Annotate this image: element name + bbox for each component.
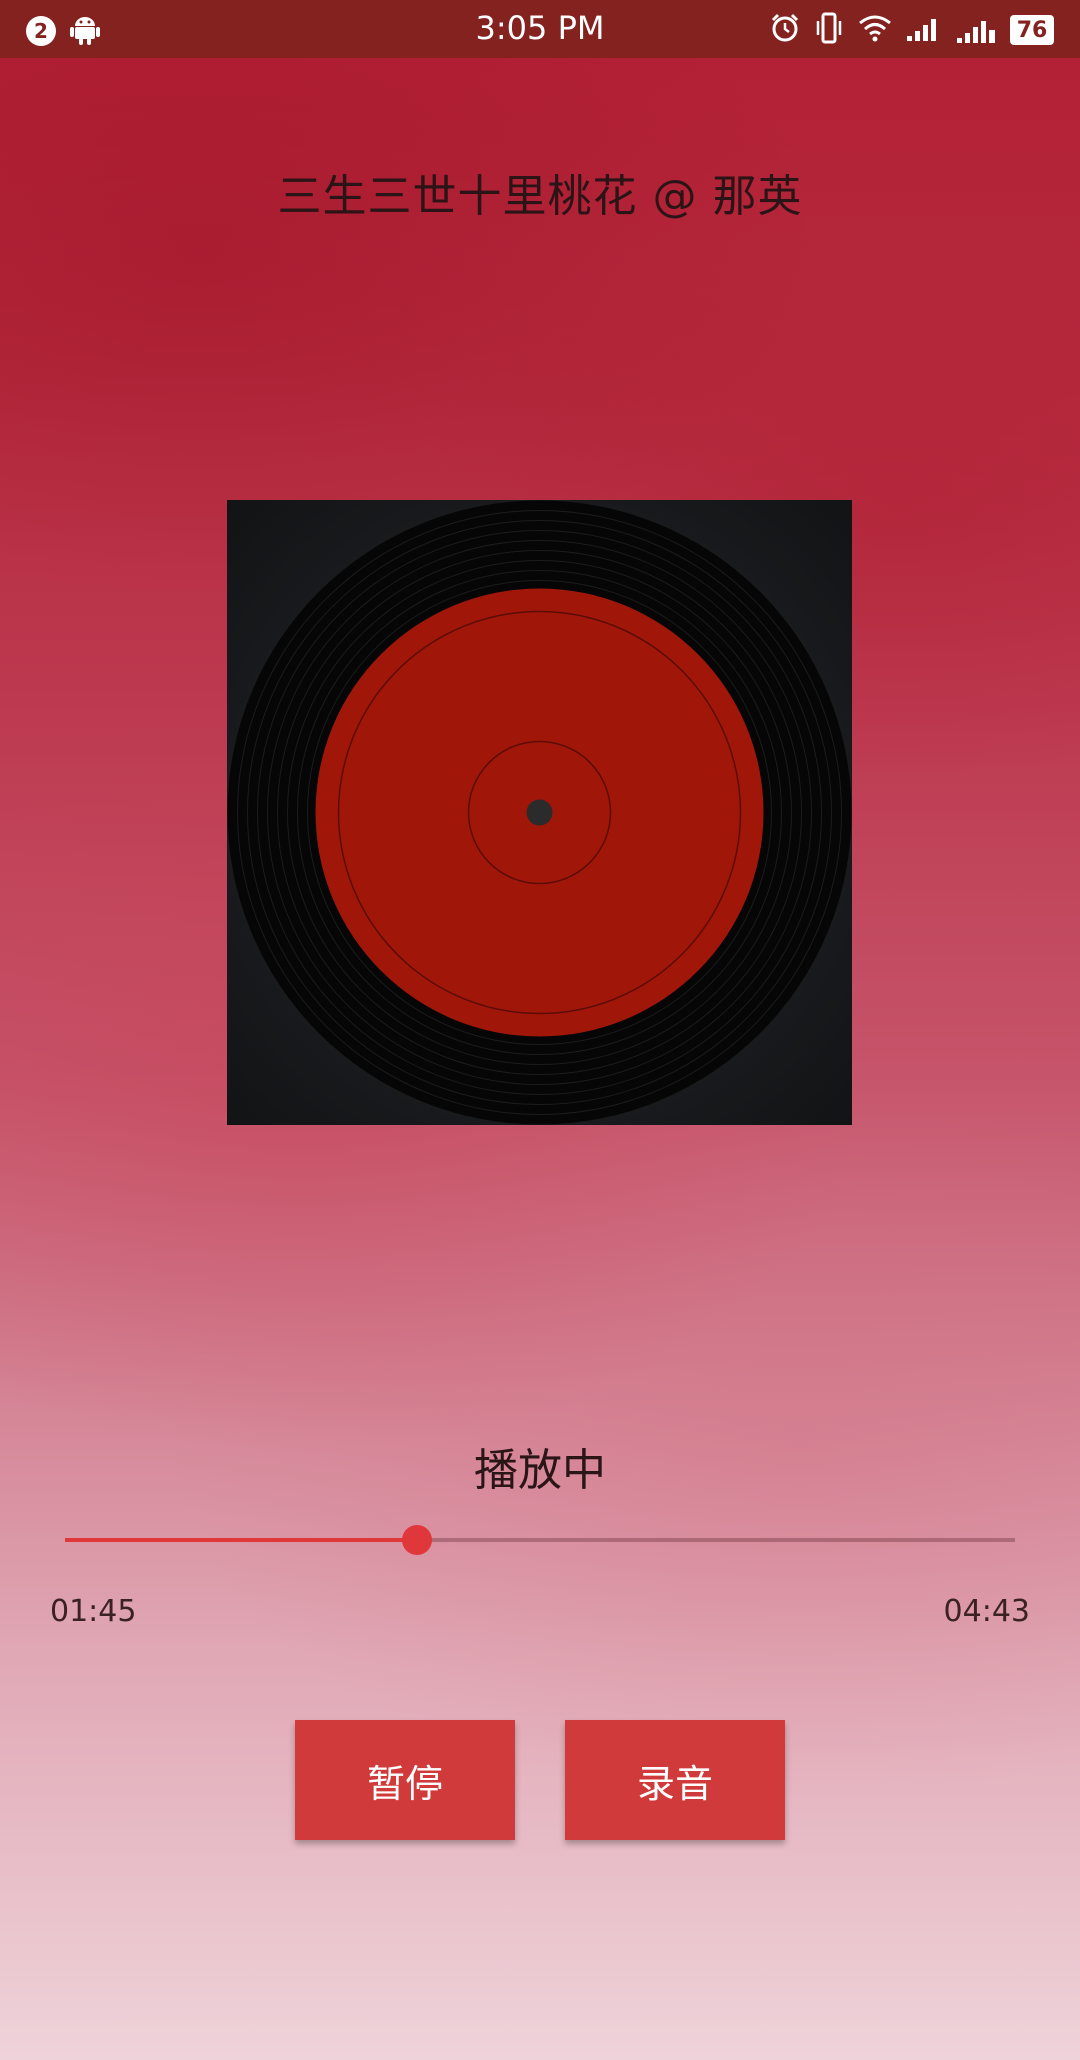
signal-roaming-icon [956, 12, 996, 48]
seek-thumb[interactable] [402, 1525, 433, 1555]
vibrate-icon [814, 12, 844, 48]
seek-bar[interactable] [65, 1520, 1015, 1560]
song-title: 三生三世十里桃花 @ 那英 [277, 171, 803, 222]
current-time: 01:45 [50, 1594, 137, 1629]
status-bar: 2 3:05 PM 76 [0, 0, 1080, 58]
pause-button[interactable]: 暂停 [295, 1720, 515, 1840]
alarm-icon [770, 13, 800, 47]
album-artwork [227, 500, 852, 1125]
playback-status: 播放中 [474, 1445, 606, 1496]
seek-progress [65, 1538, 418, 1542]
battery-indicator: 76 [1010, 15, 1054, 45]
total-time: 04:43 [943, 1594, 1030, 1629]
vinyl-record-icon [227, 500, 852, 1125]
signal-icon [906, 14, 942, 46]
record-button[interactable]: 录音 [565, 1720, 785, 1840]
status-right-group: 76 [770, 12, 1054, 48]
wifi-icon [858, 14, 892, 46]
music-player-screen: 2 3:05 PM 76 三生三世十里桃花 @ 那英 播放中 01:45 04:… [0, 0, 1080, 2060]
